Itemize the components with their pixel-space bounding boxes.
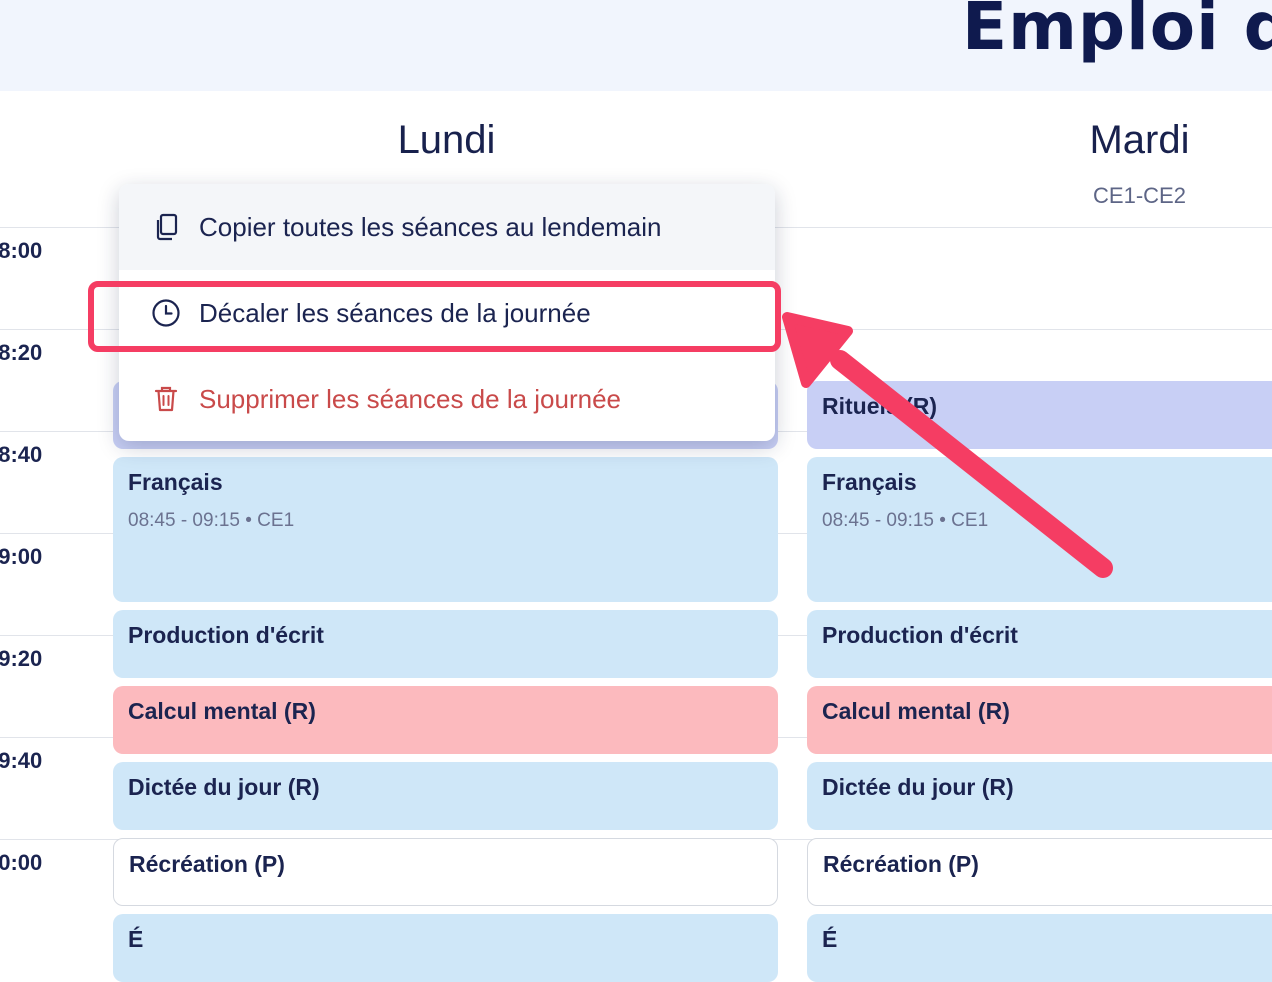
- session-title: É: [128, 926, 144, 952]
- annotation-arrow-icon: [782, 312, 1113, 578]
- session-title: É: [822, 926, 838, 952]
